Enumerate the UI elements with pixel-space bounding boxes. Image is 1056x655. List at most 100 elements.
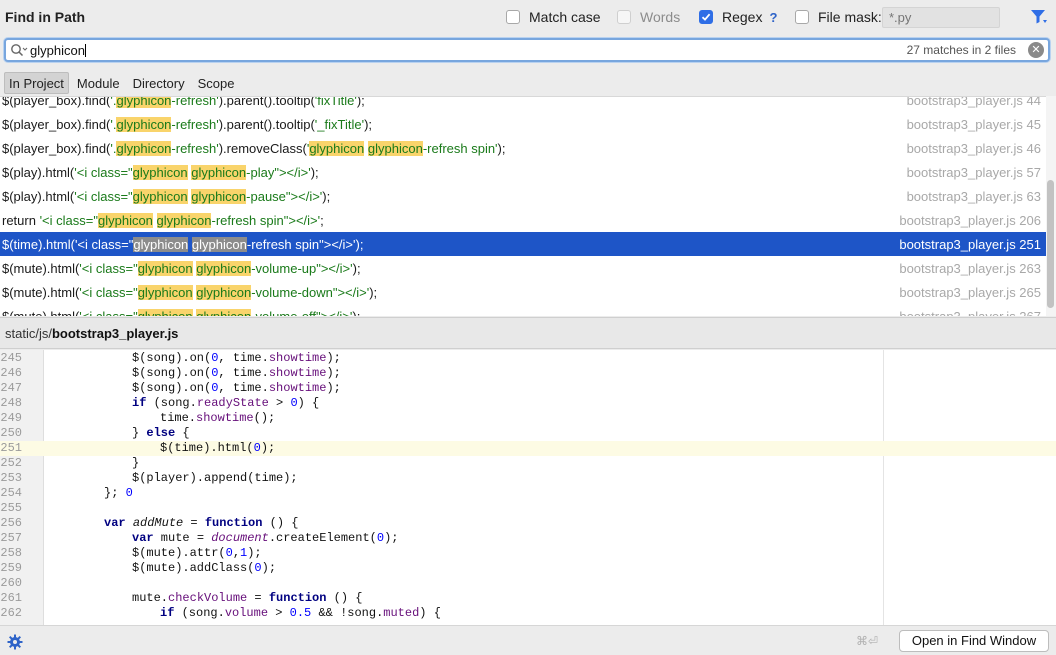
code-preview[interactable]: 245 $(song).on(0, time.showtime); 246 $(son… (0, 350, 1056, 625)
file-mask-checkbox[interactable] (795, 10, 809, 24)
file-mask-label: File mask: (818, 9, 882, 25)
search-icon[interactable] (10, 43, 28, 57)
code-text: if (song.readyState > 0) { (132, 396, 320, 410)
code-line: 259 $(mute).addClass(0); (0, 561, 1056, 576)
line-number: 249 (0, 411, 22, 425)
line-number: 256 (0, 516, 22, 530)
search-input[interactable]: glyphicon (30, 43, 86, 58)
result-code: $(play).html('<i class="glyphicon glyphi… (2, 165, 319, 180)
result-file-location: bootstrap3_player.js 263 (899, 261, 1041, 276)
code-text: } else { (132, 426, 190, 440)
code-line: 248 if (song.readyState > 0) { (0, 396, 1056, 411)
result-code: $(player_box).find('.glyphicon-refresh')… (2, 97, 365, 108)
line-number: 260 (0, 576, 22, 590)
code-line: 257 var mute = document.createElement(0); (0, 531, 1056, 546)
code-text: $(song).on(0, time.showtime); (132, 366, 341, 380)
scope-tabs: In Project Module Directory Scope (4, 72, 242, 94)
result-file-location: bootstrap3_player.js 45 (906, 117, 1041, 132)
result-file-location: bootstrap3_player.js 63 (906, 189, 1041, 204)
open-shortcut-hint: ⌘⏎ (856, 634, 879, 648)
file-mask-input[interactable] (882, 7, 1000, 28)
result-file-location: bootstrap3_player.js 46 (906, 141, 1041, 156)
code-line: 250 } else { (0, 426, 1056, 441)
line-number: 254 (0, 486, 22, 500)
regex-option[interactable]: Regex ? (699, 9, 777, 25)
tab-directory[interactable]: Directory (128, 72, 190, 94)
line-number: 252 (0, 456, 22, 470)
code-text: $(song).on(0, time.showtime); (132, 381, 341, 395)
file-mask-option[interactable]: File mask: (795, 9, 882, 25)
code-line: 251 $(time).html(0); (0, 441, 1056, 456)
line-number: 250 (0, 426, 22, 440)
code-line: 258 $(mute).attr(0,1); (0, 546, 1056, 561)
match-case-label: Match case (529, 9, 601, 25)
result-row[interactable]: $(player_box).find('.glyphicon-refresh')… (0, 112, 1046, 136)
code-line: 253 $(player).append(time); (0, 471, 1056, 486)
line-number: 258 (0, 546, 22, 560)
code-line: 245 $(song).on(0, time.showtime); (0, 351, 1056, 366)
tab-module[interactable]: Module (72, 72, 125, 94)
tab-in-project[interactable]: In Project (4, 72, 69, 94)
regex-label: Regex (722, 9, 763, 25)
code-line: 256 var addMute = function () { (0, 516, 1056, 531)
clear-icon[interactable]: ✕ (1028, 42, 1044, 58)
result-row[interactable]: $(player_box).find('.glyphicon-refresh')… (0, 136, 1046, 160)
line-number: 245 (0, 351, 22, 365)
code-line: 262 if (song.volume > 0.5 && !song.muted)… (0, 606, 1056, 621)
preview-filename: bootstrap3_player.js (51, 326, 179, 341)
line-number: 259 (0, 561, 22, 575)
result-file-location: bootstrap3_player.js 57 (906, 165, 1041, 180)
line-number: 253 (0, 471, 22, 485)
line-number: 246 (0, 366, 22, 380)
match-case-checkbox[interactable] (506, 10, 520, 24)
code-text: $(player).append(time); (132, 471, 298, 485)
result-code: $(mute).html('<i class="glyphicon glyphi… (2, 285, 378, 300)
result-row[interactable]: return '<i class="glyphicon glyphicon-re… (0, 208, 1046, 232)
code-line: 255 (0, 501, 1056, 516)
line-number: 255 (0, 501, 22, 515)
match-case-option[interactable]: Match case (506, 9, 601, 25)
code-line: 261 mute.checkVolume = function () { (0, 591, 1056, 606)
search-field[interactable]: glyphicon 27 matches in 2 files ✕ (4, 38, 1050, 62)
code-text: $(mute).addClass(0); (132, 561, 277, 575)
code-text: time.showtime(); (160, 411, 276, 425)
result-file-location: bootstrap3_player.js 206 (899, 213, 1041, 228)
regex-help-link[interactable]: ? (769, 10, 777, 25)
result-row[interactable]: $(mute).html('<i class="glyphicon glyphi… (0, 304, 1046, 316)
text-caret (84, 44, 86, 57)
result-code: $(mute).html('<i class="glyphicon glyphi… (2, 261, 361, 276)
result-row[interactable]: $(play).html('<i class="glyphicon glyphi… (0, 160, 1046, 184)
result-row[interactable]: $(player_box).find('.glyphicon-refresh')… (0, 96, 1046, 112)
result-file-location: bootstrap3_player.js 251 (899, 237, 1041, 252)
code-line: 249 time.showtime(); (0, 411, 1056, 426)
preview-dir: static/js/ (5, 326, 52, 341)
code-line: 252} (0, 456, 1056, 471)
results-scroll-thumb[interactable] (1047, 180, 1054, 308)
line-number: 247 (0, 381, 22, 395)
result-row[interactable]: $(mute).html('<i class="glyphicon glyphi… (0, 256, 1046, 280)
result-row[interactable]: $(time).html('<i class="glyphicon glyphi… (0, 232, 1046, 256)
code-text: if (song.volume > 0.5 && !song.muted) { (160, 606, 441, 620)
search-query: glyphicon (30, 43, 85, 58)
result-code: $(player_box).find('.glyphicon-refresh')… (2, 117, 373, 132)
result-file-location: bootstrap3_player.js 44 (906, 96, 1041, 108)
result-row[interactable]: $(play).html('<i class="glyphicon glyphi… (0, 184, 1046, 208)
result-code: return '<i class="glyphicon glyphicon-re… (2, 213, 324, 228)
words-option[interactable]: Words (617, 9, 680, 25)
find-header: Find in Path Match case Words Regex ? Fi… (0, 0, 1056, 36)
words-checkbox[interactable] (617, 10, 631, 24)
result-code: $(play).html('<i class="glyphicon glyphi… (2, 189, 331, 204)
gear-icon[interactable] (7, 634, 23, 650)
open-in-find-window-button[interactable]: Open in Find Window (899, 630, 1049, 652)
words-label: Words (640, 9, 681, 25)
regex-checkbox[interactable] (699, 10, 713, 24)
result-code: $(time).html('<i class="glyphicon glyphi… (2, 237, 364, 252)
result-row[interactable]: $(mute).html('<i class="glyphicon glyphi… (0, 280, 1046, 304)
filter-icon[interactable] (1030, 9, 1048, 25)
dialog-title: Find in Path (5, 9, 86, 25)
result-file-location: bootstrap3_player.js 267 (899, 309, 1041, 316)
result-code: $(mute).html('<i class="glyphicon glyphi… (2, 309, 360, 316)
tab-scope[interactable]: Scope (193, 72, 240, 94)
checkmark-icon (701, 13, 711, 21)
code-text: var addMute = function () { (104, 516, 299, 530)
